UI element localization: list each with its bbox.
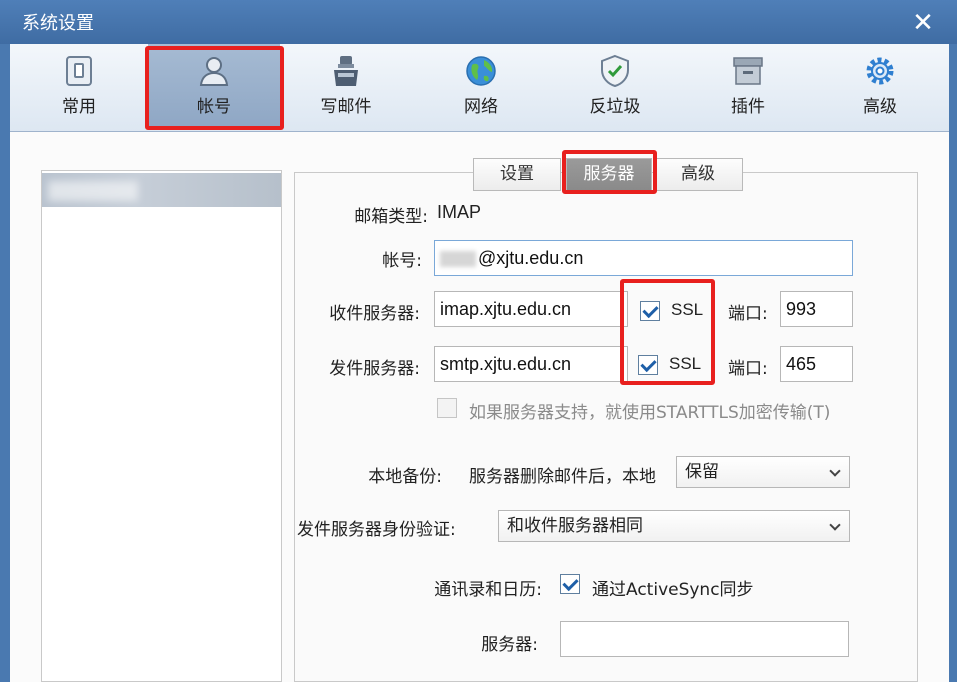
toolbar-item-network[interactable]: 网络 (416, 44, 546, 130)
account-label: 帐号: (382, 251, 422, 271)
account-list-item-selected[interactable] (42, 173, 281, 207)
local-backup-label: 本地备份: (368, 467, 442, 487)
outgoing-server-label: 发件服务器: (329, 359, 420, 379)
general-icon (66, 56, 92, 86)
toolbar-item-label: 网络 (464, 97, 498, 117)
contacts-calendar-label: 通讯录和日历: (434, 580, 542, 600)
local-backup-selected: 保留 (685, 462, 719, 482)
redacted-username (440, 251, 476, 268)
tab-advanced[interactable]: 高级 (653, 158, 743, 191)
starttls-label: 如果服务器支持，就使用STARTTLS加密传输(T) (469, 403, 831, 423)
compose-icon (334, 56, 358, 86)
toolbar-item-label: 反垃圾 (589, 97, 641, 117)
sync-server-label: 服务器: (481, 635, 538, 655)
local-backup-dropdown[interactable]: 保留 (676, 456, 850, 488)
mailbox-type-label: 邮箱类型: (354, 207, 428, 227)
toolbar-item-label: 高级 (863, 97, 897, 117)
tab-settings[interactable]: 设置 (473, 158, 561, 191)
toolbar-item-general[interactable]: 常用 (18, 44, 140, 130)
outgoing-port-field[interactable]: 465 (780, 346, 853, 382)
annotation-highlight-account (145, 46, 284, 130)
annotation-highlight-server-tab (562, 150, 657, 194)
chevron-down-icon (829, 519, 841, 531)
activesync-label: 通过ActiveSync同步 (592, 580, 754, 600)
settings-window: 系统设置 ✕ 常用 帐号 写邮件 网络 反垃圾 插件 高级 设置 服务器 高级 … (0, 0, 957, 682)
incoming-port-label: 端口: (728, 304, 768, 324)
local-backup-description: 服务器删除邮件后，本地 (469, 467, 656, 487)
gear-icon (866, 57, 894, 85)
network-globe-icon (466, 56, 496, 86)
toolbar-item-label: 插件 (731, 97, 765, 117)
outgoing-auth-label: 发件服务器身份验证: (297, 520, 456, 540)
incoming-port-field[interactable]: 993 (780, 291, 853, 327)
chevron-down-icon (829, 465, 841, 477)
toolbar-item-advanced[interactable]: 高级 (816, 44, 944, 130)
sync-server-field[interactable] (560, 621, 849, 657)
starttls-checkbox[interactable] (437, 398, 457, 418)
title-bar: 系统设置 ✕ (0, 0, 957, 44)
outgoing-port-label: 端口: (728, 359, 768, 379)
toolbar-item-antispam[interactable]: 反垃圾 (550, 44, 680, 130)
toolbar-item-plugin[interactable]: 插件 (682, 44, 814, 130)
close-button[interactable]: ✕ (908, 10, 938, 36)
outgoing-auth-selected: 和收件服务器相同 (507, 516, 643, 536)
toolbar-item-label: 常用 (62, 97, 96, 117)
antispam-shield-icon (601, 54, 629, 88)
plugin-box-icon (733, 57, 763, 85)
outgoing-auth-dropdown[interactable]: 和收件服务器相同 (498, 510, 850, 542)
toolbar-item-label: 写邮件 (320, 97, 372, 117)
activesync-checkbox[interactable] (560, 574, 580, 594)
incoming-server-field[interactable]: imap.xjtu.edu.cn (434, 291, 628, 327)
mailbox-type-value: IMAP (437, 202, 482, 222)
redacted-account-name (48, 181, 138, 201)
account-list[interactable] (41, 170, 282, 682)
incoming-server-label: 收件服务器: (329, 304, 420, 324)
account-field[interactable]: @xjtu.edu.cn (434, 240, 853, 276)
account-field-value: @xjtu.edu.cn (478, 248, 584, 268)
toolbar-item-compose[interactable]: 写邮件 (282, 44, 410, 130)
outgoing-server-field[interactable]: smtp.xjtu.edu.cn (434, 346, 628, 382)
window-title: 系统设置 (22, 13, 94, 34)
annotation-highlight-ssl (620, 279, 715, 385)
